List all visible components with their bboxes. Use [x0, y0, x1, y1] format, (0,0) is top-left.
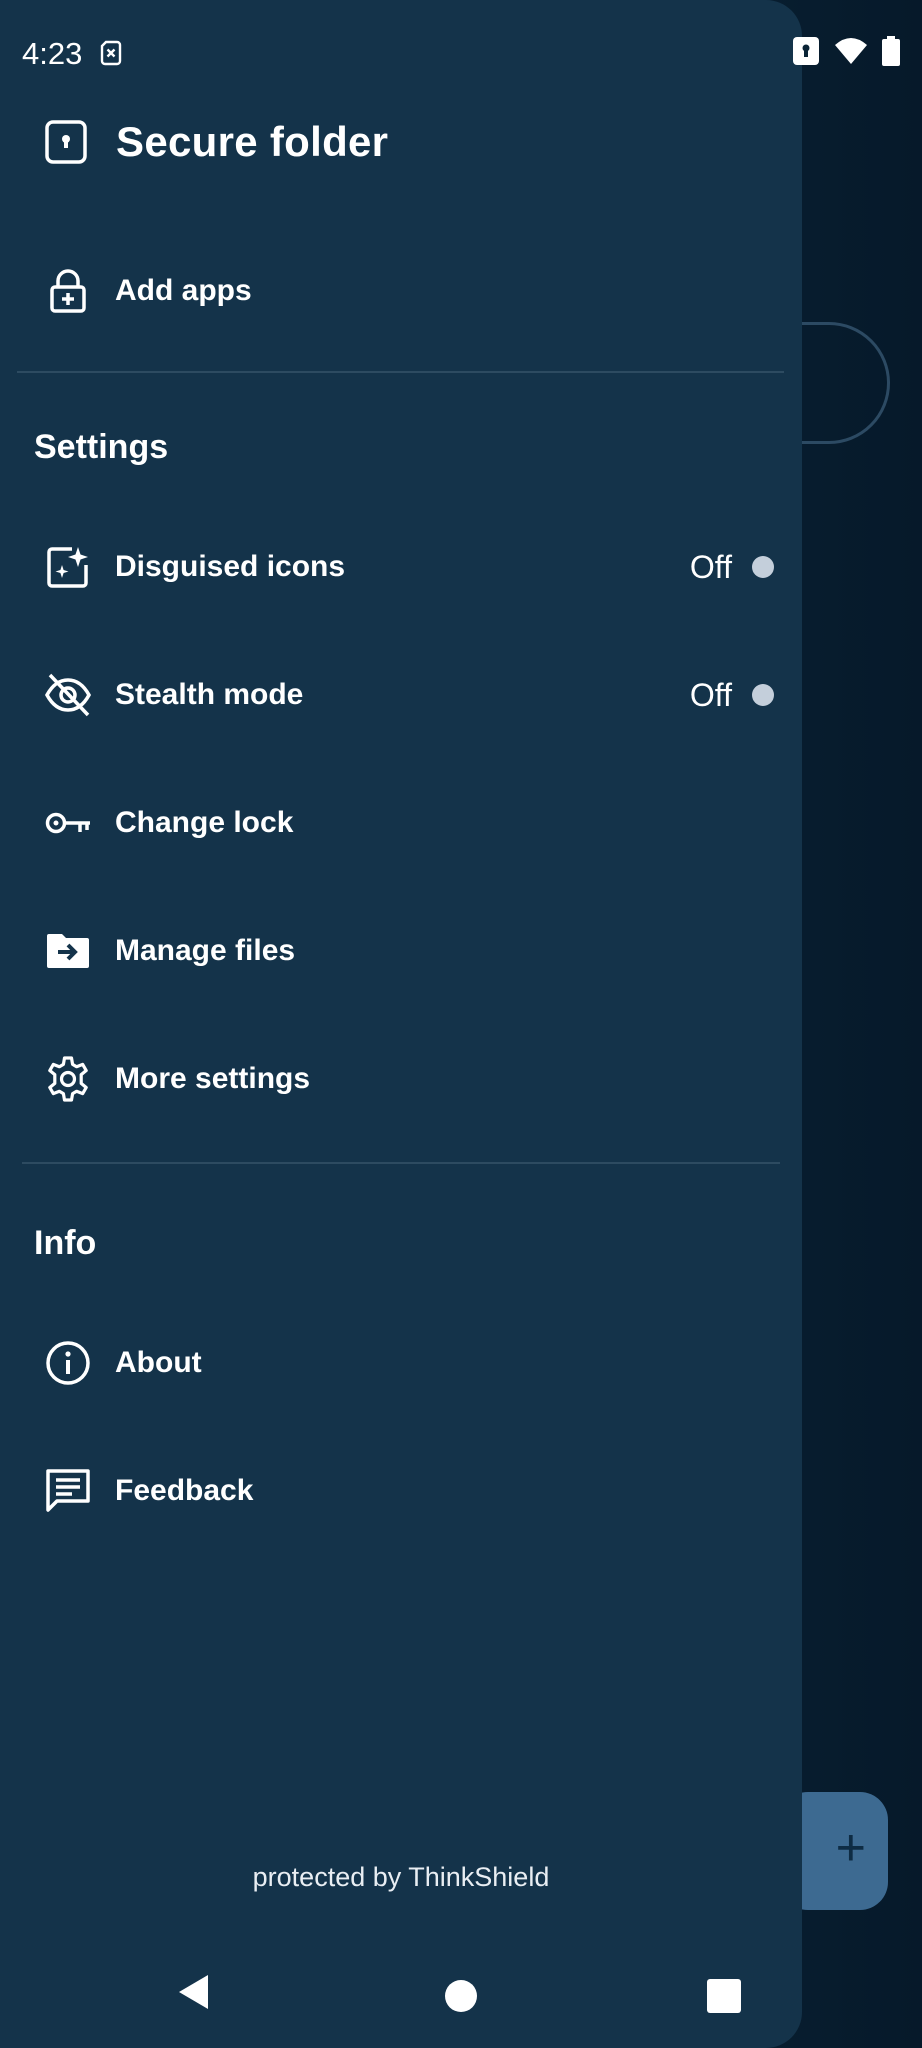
- drawer-title: Secure folder: [116, 118, 389, 165]
- lock-add-icon: [50, 269, 86, 313]
- disguised-icons-status: Off: [689, 548, 732, 585]
- sparkle-icon: [47, 547, 88, 588]
- home-icon[interactable]: [445, 1980, 477, 2012]
- more-settings-item[interactable]: More settings: [0, 1024, 802, 1134]
- disguised-icons-toggle[interactable]: [752, 556, 774, 578]
- screen: + Secure folder Add apps Settings Disgui…: [0, 0, 922, 2048]
- key-icon: [45, 812, 90, 834]
- wifi-icon: [835, 38, 867, 64]
- info-section-title: Info: [34, 1224, 97, 1262]
- lock-status-icon: [793, 37, 819, 65]
- feedback-item[interactable]: Feedback: [0, 1436, 802, 1546]
- about-item[interactable]: About: [0, 1308, 802, 1418]
- manage-files-item[interactable]: Manage files: [0, 896, 802, 1006]
- footer-text: protected by ThinkShield: [252, 1862, 550, 1892]
- settings-section-title: Settings: [34, 428, 169, 466]
- status-icons: [792, 36, 900, 66]
- battery-icon: [882, 36, 900, 66]
- about-label: About: [115, 1346, 202, 1379]
- stealth-mode-toggle[interactable]: [752, 684, 774, 706]
- disguised-icons-label: Disguised icons: [115, 550, 346, 583]
- status-bar: 4:23: [0, 0, 922, 106]
- divider: [22, 1162, 780, 1164]
- feedback-icon: [46, 1469, 90, 1512]
- divider: [17, 371, 784, 373]
- change-lock-item[interactable]: Change lock: [0, 768, 802, 878]
- eye-off-icon: [45, 673, 91, 717]
- stealth-mode-item[interactable]: Stealth mode Off: [0, 640, 802, 750]
- secure-folder-icon: [45, 120, 87, 164]
- back-icon[interactable]: [175, 1972, 211, 2012]
- recent-apps-icon[interactable]: [707, 1979, 741, 2013]
- stealth-mode-status: Off: [689, 676, 732, 713]
- add-apps-item[interactable]: Add apps: [0, 236, 802, 346]
- info-icon: [46, 1341, 90, 1385]
- stealth-mode-label: Stealth mode: [115, 678, 304, 711]
- system-navigation-bar: [0, 1950, 802, 2040]
- manage-files-label: Manage files: [115, 934, 296, 967]
- navigation-drawer: Secure folder Add apps Settings Disguise…: [0, 0, 802, 2048]
- status-time: 4:23: [22, 36, 83, 71]
- change-lock-label: Change lock: [115, 806, 294, 839]
- drawer-header: Secure folder: [44, 118, 388, 166]
- folder-move-icon: [47, 934, 89, 968]
- sim-error-icon: [100, 40, 122, 66]
- feedback-label: Feedback: [115, 1474, 254, 1507]
- add-apps-label: Add apps: [115, 274, 252, 307]
- gear-icon: [48, 1056, 88, 1102]
- more-settings-label: More settings: [115, 1062, 311, 1095]
- disguised-icons-item[interactable]: Disguised icons Off: [0, 512, 802, 622]
- plus-icon: +: [835, 1819, 866, 1877]
